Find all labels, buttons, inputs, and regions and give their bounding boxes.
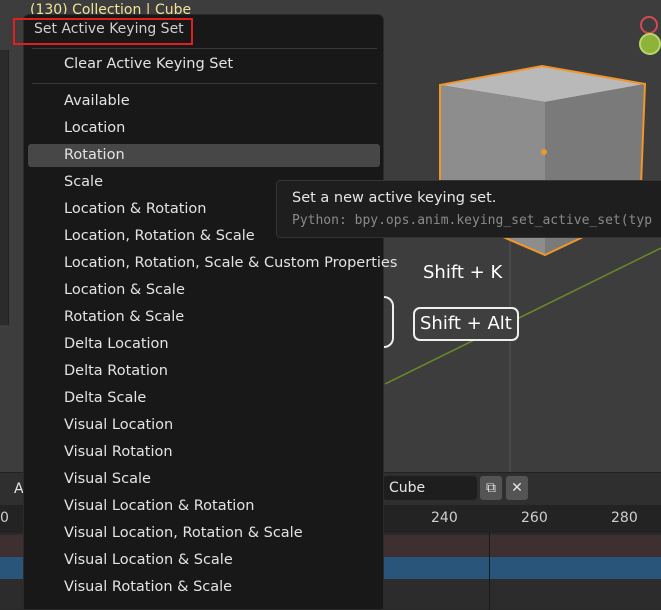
ruler-label: 0 — [0, 510, 9, 526]
title-highlight-box — [13, 18, 193, 45]
keying-set-item-visual-location[interactable]: Visual Location — [28, 414, 380, 437]
keying-set-item-delta-location[interactable]: Delta Location — [28, 333, 380, 356]
x-axis-gizmo[interactable] — [640, 16, 658, 34]
keying-set-item-location[interactable]: Location — [28, 117, 380, 140]
keying-set-item-rotation[interactable]: Rotation — [28, 144, 380, 167]
keying-set-item-visual-rotation-scale[interactable]: Visual Rotation & Scale — [28, 576, 380, 599]
clear-keying-set-item[interactable]: Clear Active Keying Set — [28, 53, 380, 76]
tooltip-description: Set a new active keying set. — [292, 190, 497, 206]
keying-set-item-delta-scale[interactable]: Delta Scale — [28, 387, 380, 410]
divider — [32, 83, 377, 84]
keying-set-item-location-scale[interactable]: Location & Scale — [28, 279, 380, 302]
ruler-label: 240 — [431, 510, 458, 526]
ruler-label: 260 — [521, 510, 548, 526]
keying-set-item-visual-location-rotation-scale[interactable]: Visual Location, Rotation & Scale — [28, 522, 380, 545]
toolbar-panel[interactable] — [0, 50, 9, 325]
playhead[interactable] — [489, 533, 490, 610]
shortcut-shift-alt: Shift + Alt — [413, 307, 519, 341]
keying-set-item-visual-rotation[interactable]: Visual Rotation — [28, 441, 380, 464]
keying-set-item-visual-location-scale[interactable]: Visual Location & Scale — [28, 549, 380, 572]
tooltip-python: Python: bpy.ops.anim.keying_set_active_s… — [292, 213, 653, 228]
divider — [32, 48, 377, 49]
keying-set-item-delta-rotation[interactable]: Delta Rotation — [28, 360, 380, 383]
ruler-label: 280 — [611, 510, 638, 526]
shortcut-shift-k: Shift + K — [423, 262, 503, 283]
keying-set-item-rotation-scale[interactable]: Rotation & Scale — [28, 306, 380, 329]
copy-icon[interactable]: ⧉ — [480, 476, 502, 500]
y-axis-gizmo[interactable] — [639, 33, 661, 55]
keying-set-menu: Set Active Keying Set Clear Active Keyin… — [23, 14, 397, 610]
close-icon[interactable]: ✕ — [506, 476, 528, 500]
keying-set-item-location-rotation-scale-custom-properties[interactable]: Location, Rotation, Scale & Custom Prope… — [28, 252, 397, 275]
keying-set-item-visual-scale[interactable]: Visual Scale — [28, 468, 380, 491]
keying-set-item-visual-location-rotation[interactable]: Visual Location & Rotation — [28, 495, 380, 518]
object-field[interactable]: Cube — [383, 476, 477, 500]
keying-set-item-available[interactable]: Available — [28, 90, 380, 113]
tooltip: Set a new active keying set. Python: bpy… — [276, 180, 661, 238]
